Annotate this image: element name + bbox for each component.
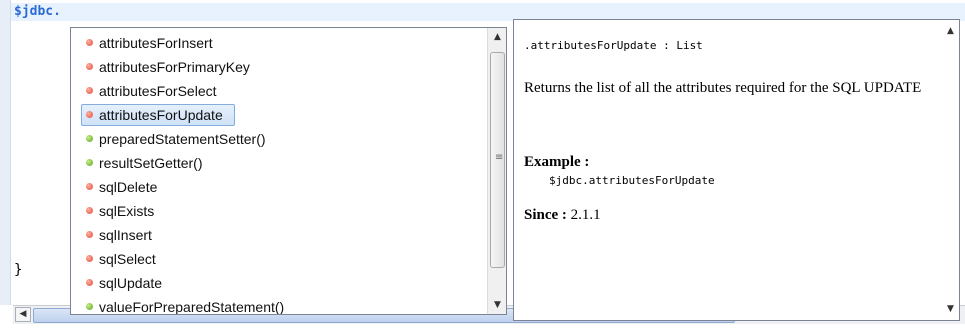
- doc-since: Since : 2.1.1: [524, 207, 601, 224]
- proposal-label: attributesForPrimaryKey: [99, 59, 250, 75]
- red-dot-icon: [86, 255, 93, 262]
- green-dot-icon: [86, 159, 93, 166]
- red-dot-icon: [86, 111, 93, 118]
- proposal-item[interactable]: sqlDelete: [81, 176, 489, 198]
- proposal-item[interactable]: sqlExists: [81, 200, 489, 222]
- proposal-label: sqlUpdate: [99, 275, 163, 291]
- editor-gutter: [0, 0, 11, 305]
- proposal-item[interactable]: sqlInsert: [81, 224, 489, 246]
- doc-since-label: Since :: [524, 207, 567, 223]
- doc-scrollbar[interactable]: ▲ ▼: [942, 20, 959, 320]
- proposal-item[interactable]: sqlUpdate: [81, 272, 489, 294]
- proposal-label: preparedStatementSetter(): [99, 131, 266, 147]
- proposal-item[interactable]: sqlSelect: [81, 248, 489, 270]
- red-dot-icon: [86, 87, 93, 94]
- grip-icon: ≡: [495, 152, 504, 163]
- doc-scroll-up-icon[interactable]: ▲: [942, 22, 959, 40]
- red-dot-icon: [86, 183, 93, 190]
- green-dot-icon: [86, 135, 93, 142]
- red-dot-icon: [86, 279, 93, 286]
- proposal-label: attributesForUpdate: [99, 107, 223, 123]
- scroll-down-icon[interactable]: ▼: [488, 296, 506, 314]
- proposal-label: sqlInsert: [99, 227, 152, 243]
- proposal-label: sqlDelete: [99, 179, 158, 195]
- doc-example-code: $jdbc.attributesForUpdate: [549, 174, 715, 187]
- red-dot-icon: [86, 39, 93, 46]
- proposal-item[interactable]: resultSetGetter(): [81, 152, 489, 174]
- documentation-popup: .attributesForUpdate : List Returns the …: [513, 19, 960, 321]
- doc-since-value: 2.1.1: [566, 207, 601, 223]
- proposal-label: attributesForSelect: [99, 83, 217, 99]
- proposal-item[interactable]: preparedStatementSetter(): [81, 128, 489, 150]
- red-dot-icon: [86, 63, 93, 70]
- proposal-label: resultSetGetter(): [99, 155, 203, 171]
- code-line[interactable]: $jdbc.: [14, 3, 61, 21]
- proposal-label: attributesForInsert: [99, 35, 213, 51]
- doc-signature: .attributesForUpdate : List: [524, 39, 703, 52]
- doc-description: Returns the list of all the attributes r…: [524, 80, 922, 96]
- red-dot-icon: [86, 231, 93, 238]
- completion-popup: attributesForInsert attributesForPrimaryK…: [70, 27, 507, 315]
- proposal-item[interactable]: attributesForPrimaryKey: [81, 56, 489, 78]
- proposal-label: sqlSelect: [99, 251, 156, 267]
- proposal-item[interactable]: valueForPreparedStatement(): [81, 296, 489, 315]
- red-dot-icon: [86, 207, 93, 214]
- doc-example-label: Example :: [524, 154, 590, 170]
- completion-scrollbar[interactable]: ▲ ≡ ▼: [487, 28, 506, 314]
- proposal-item[interactable]: attributesForSelect: [81, 80, 489, 102]
- green-dot-icon: [86, 303, 93, 310]
- doc-scroll-down-icon[interactable]: ▼: [942, 300, 959, 318]
- scroll-up-icon[interactable]: ▲: [488, 28, 506, 46]
- completion-scroll-thumb[interactable]: ≡: [490, 52, 505, 268]
- proposal-item[interactable]: attributesForUpdate: [81, 104, 489, 126]
- proposal-item[interactable]: attributesForInsert: [81, 32, 489, 54]
- proposal-label: valueForPreparedStatement(): [99, 299, 285, 315]
- scroll-left-icon[interactable]: ◀: [15, 307, 31, 322]
- proposal-label: sqlExists: [99, 203, 155, 219]
- closing-brace: }: [14, 262, 23, 278]
